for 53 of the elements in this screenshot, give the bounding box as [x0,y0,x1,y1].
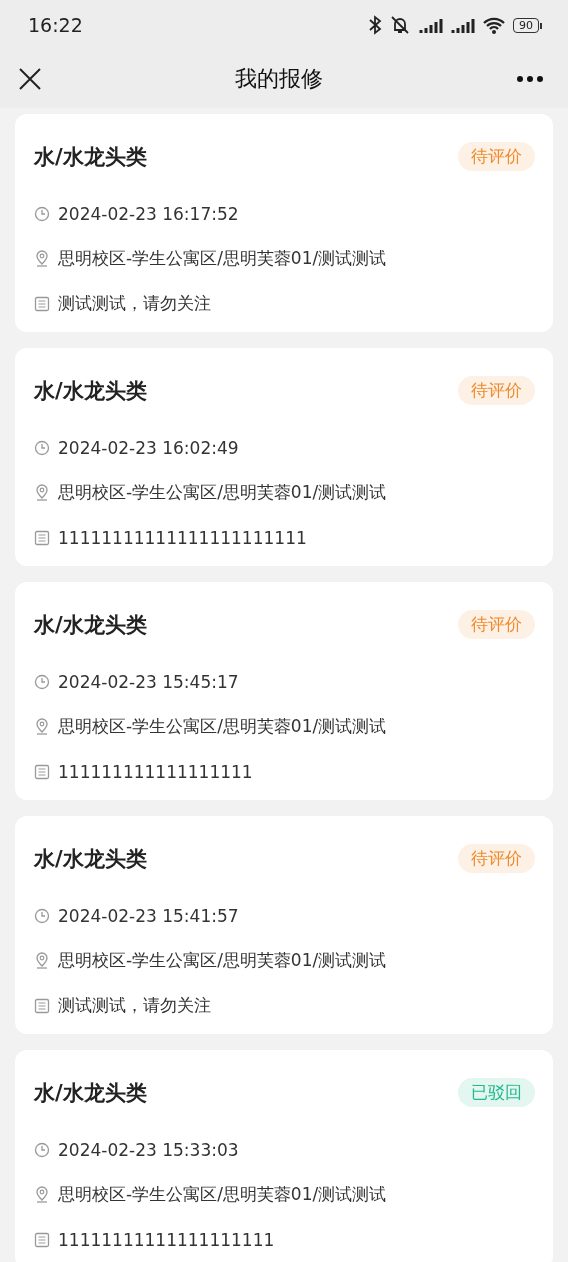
status-tag: 待评价 [458,610,535,639]
clock-icon [34,907,50,924]
order-time: 2024-02-23 15:45:17 [58,671,239,692]
list-icon [34,763,50,780]
clock-icon [34,439,50,456]
clock-icon [34,205,50,222]
bluetooth-icon [368,15,382,35]
battery-level: 90 [513,17,539,33]
close-button[interactable] [18,67,42,91]
order-note: 测试测试，请勿关注 [58,292,211,315]
more-button[interactable] [516,75,544,83]
list-icon [34,295,50,312]
order-note: 11111111111111111111 [58,1229,275,1250]
status-tag: 待评价 [458,142,535,171]
list-icon [34,1231,50,1248]
order-location: 思明校区-学生公寓区/思明芙蓉01/测试测试 [58,715,387,738]
location-pin-icon [34,249,50,268]
order-note: 111111111111111111 [58,761,253,782]
category-title: 水/水龙头类 [34,377,147,405]
location-pin-icon [34,951,50,970]
order-location: 思明校区-学生公寓区/思明芙蓉01/测试测试 [58,247,387,270]
repair-order-card[interactable]: 水/水龙头类 待评价 2024-02-23 16:17:52 思明校区-学生公寓区/思明芙蓉01/测试测试 测试测试，请勿关注 [15,114,553,332]
order-time: 2024-02-23 16:02:49 [58,437,239,458]
repair-order-card[interactable]: 水/水龙头类 待评价 2024-02-23 15:45:17 思明校区-学生公寓区/思明芙蓉01/测试测试 111111111111111111 [15,582,553,800]
order-location: 思明校区-学生公寓区/思明芙蓉01/测试测试 [58,1183,387,1206]
status-tag: 待评价 [458,844,535,873]
list-icon [34,529,50,546]
clock-icon [34,1141,50,1158]
order-note: 11111111111111111111111 [58,527,307,548]
location-pin-icon [34,483,50,502]
list-icon [34,997,50,1014]
category-title: 水/水龙头类 [34,845,147,873]
wifi-icon [482,15,506,35]
clock-icon [34,673,50,690]
category-title: 水/水龙头类 [34,611,147,639]
repair-order-card[interactable]: 水/水龙头类 待评价 2024-02-23 15:41:57 思明校区-学生公寓区/思明芙蓉01/测试测试 测试测试，请勿关注 [15,816,553,1034]
category-title: 水/水龙头类 [34,1079,147,1107]
muted-bell-icon [389,15,411,35]
location-pin-icon [34,1185,50,1204]
status-tag: 已驳回 [458,1078,535,1107]
clock-time: 16:22 [28,14,84,36]
order-time: 2024-02-23 16:17:52 [58,203,239,224]
order-location: 思明校区-学生公寓区/思明芙蓉01/测试测试 [58,481,387,504]
page-title: 我的报修 [235,65,323,93]
category-title: 水/水龙头类 [34,143,147,171]
order-time: 2024-02-23 15:41:57 [58,905,239,926]
order-time: 2024-02-23 15:33:03 [58,1139,239,1160]
order-note: 测试测试，请勿关注 [58,994,211,1017]
repair-order-card[interactable]: 水/水龙头类 待评价 2024-02-23 16:02:49 思明校区-学生公寓区/思明芙蓉01/测试测试 11111111111111111111111 [15,348,553,566]
status-tag: 待评价 [458,376,535,405]
order-location: 思明校区-学生公寓区/思明芙蓉01/测试测试 [58,949,387,972]
repair-order-card[interactable]: 水/水龙头类 已驳回 2024-02-23 15:33:03 思明校区-学生公寓区/思明芙蓉01/测试测试 11111111111111111111 [15,1050,553,1262]
location-pin-icon [34,717,50,736]
